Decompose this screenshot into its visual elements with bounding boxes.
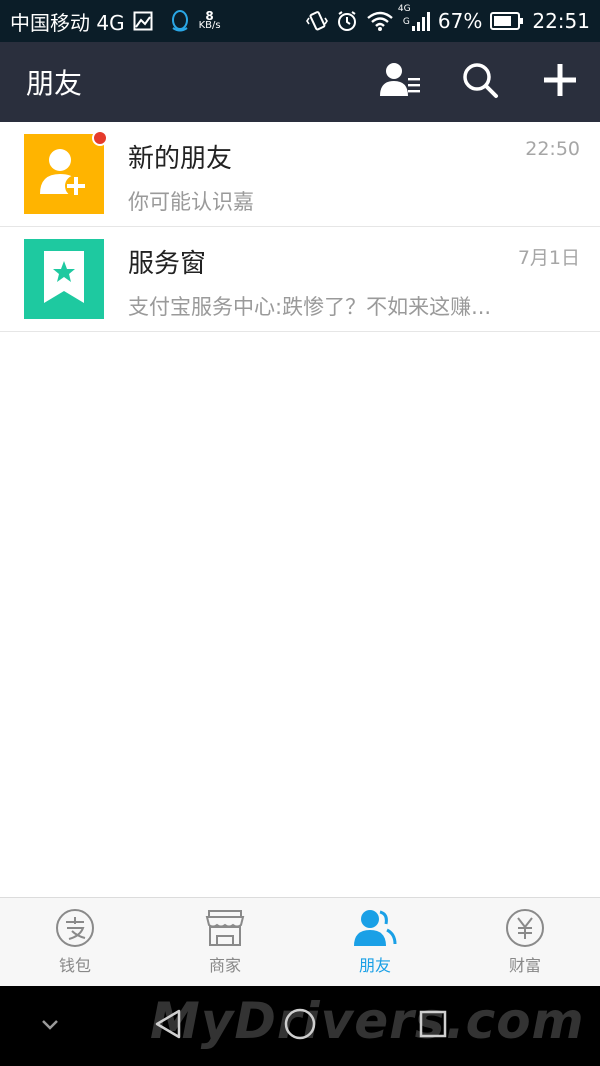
yen-icon	[503, 908, 547, 948]
tab-wealth[interactable]: 财富	[450, 898, 600, 986]
nav-home-button[interactable]	[282, 1008, 318, 1044]
search-button[interactable]	[458, 60, 502, 104]
conversation-name: 服务窗	[128, 249, 207, 279]
tab-label: 朋友	[358, 956, 391, 975]
battery-icon	[490, 11, 524, 31]
page-title: 朋友	[26, 67, 83, 100]
battery-percent: 67%	[437, 9, 483, 33]
tab-label: 商家	[208, 956, 241, 975]
alipay-icon	[53, 908, 97, 948]
back-triangle-icon	[153, 1008, 183, 1044]
nav-collapse-button[interactable]	[36, 1012, 64, 1040]
list-item-new-friends[interactable]: 新的朋友 你可能认识嘉 22:50	[0, 122, 600, 227]
new-friends-avatar	[24, 134, 104, 214]
tab-label: 财富	[508, 956, 541, 975]
conversation-name: 新的朋友	[128, 144, 233, 174]
contacts-icon	[378, 60, 422, 104]
alarm-icon	[336, 10, 358, 32]
conversation-time: 7月1日	[517, 247, 580, 269]
conversation-time: 22:50	[525, 138, 580, 160]
wifi-icon	[366, 10, 394, 32]
vibrate-icon	[305, 10, 328, 32]
contacts-button[interactable]	[378, 60, 422, 104]
recents-square-icon	[418, 1009, 448, 1043]
list-item-service-window[interactable]: 服务窗 支付宝服务中心:跌惨了？不如来这赚... 7月1日	[0, 227, 600, 332]
friends-list: 新的朋友 你可能认识嘉 22:50 服务窗 支付宝服务中心:跌惨了？不如来这赚.…	[0, 122, 600, 332]
friends-icon	[353, 908, 397, 948]
nav-recents-button[interactable]	[416, 1009, 450, 1043]
image-icon	[133, 11, 153, 31]
carrier-label: 中国移动 4G	[10, 10, 125, 35]
star-bookmark-icon	[36, 247, 92, 311]
tab-friends[interactable]: 朋友	[300, 898, 450, 986]
tab-merchants[interactable]: 商家	[150, 898, 300, 986]
nav-back-button[interactable]	[150, 1008, 186, 1044]
clock: 22:51	[532, 9, 590, 33]
store-icon	[203, 908, 247, 948]
signal-icon: 4G G	[398, 4, 430, 32]
unread-badge	[92, 130, 108, 146]
status-bar: 中国移动 4G 8 KB/s 4G G 67% 22:51	[0, 0, 600, 42]
conversation-preview: 你可能认识嘉	[128, 190, 254, 214]
net-speed: 8 KB/s	[198, 9, 221, 31]
watermark-text: MyDrivers.com	[150, 992, 585, 1050]
add-button[interactable]	[538, 60, 582, 104]
conversation-preview: 支付宝服务中心:跌惨了？不如来这赚...	[128, 295, 492, 319]
system-nav-bar: MyDrivers.com	[0, 986, 600, 1066]
plus-icon	[542, 62, 578, 102]
home-circle-icon	[283, 1007, 317, 1045]
tab-wallet[interactable]: 钱包	[0, 898, 150, 986]
chevron-down-icon	[40, 1017, 60, 1036]
service-window-avatar	[24, 239, 104, 319]
search-icon	[460, 60, 500, 104]
add-friend-icon	[32, 140, 96, 208]
bottom-tab-bar: 钱包 商家 朋友 财富	[0, 897, 600, 986]
app-header: 朋友	[0, 42, 600, 122]
qq-icon	[169, 9, 191, 33]
tab-label: 钱包	[58, 956, 91, 975]
